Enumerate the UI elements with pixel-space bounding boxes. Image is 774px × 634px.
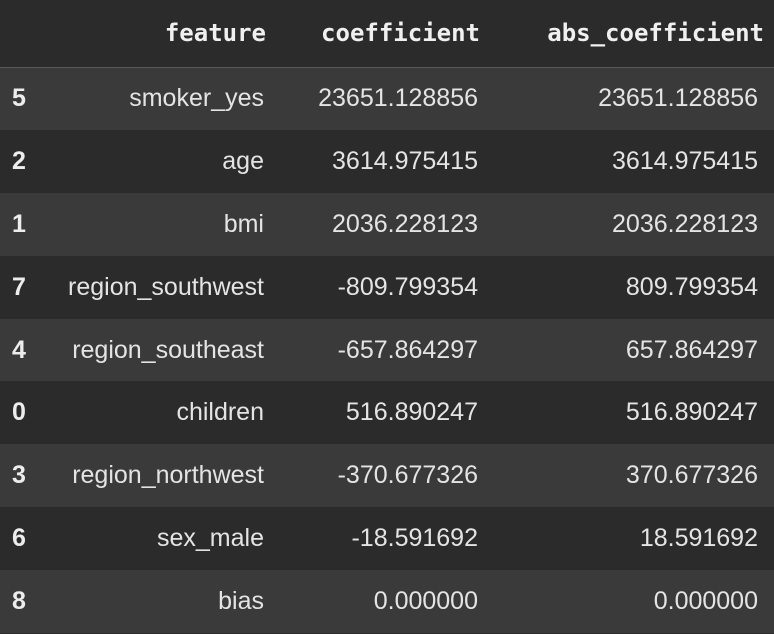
- row-index: 6: [12, 524, 26, 553]
- feature-cell: region_northwest: [72, 461, 264, 490]
- table-row: 3 region_northwest -370.677326 370.67732…: [0, 444, 774, 508]
- coefficient-cell: -657.864297: [337, 335, 478, 364]
- abs-coefficient-cell: 0.000000: [653, 587, 758, 616]
- coefficient-cell: -18.591692: [351, 524, 478, 553]
- row-index: 8: [12, 587, 26, 616]
- row-index: 7: [12, 272, 26, 301]
- row-index: 2: [12, 146, 26, 175]
- table-row: 8 bias 0.000000 0.000000: [0, 570, 774, 634]
- table-header: feature coefficient abs_coefficient: [0, 0, 774, 67]
- feature-cell: children: [176, 398, 264, 427]
- table-row: 6 sex_male -18.591692 18.591692: [0, 507, 774, 571]
- row-index: 4: [12, 335, 26, 364]
- row-index: 5: [12, 84, 26, 113]
- abs-coefficient-header: abs_coefficient: [547, 19, 764, 48]
- coefficient-header: coefficient: [321, 19, 480, 48]
- coefficient-cell: 2036.228123: [332, 209, 478, 238]
- table-row: 0 children 516.890247 516.890247: [0, 381, 774, 445]
- table-row: 1 bmi 2036.228123 2036.228123: [0, 192, 774, 256]
- abs-coefficient-cell: 370.677326: [625, 461, 758, 490]
- index-header: [0, 0, 44, 67]
- abs-coefficient-cell: 3614.975415: [612, 146, 758, 175]
- row-index: 3: [12, 461, 26, 490]
- table-row: 7 region_southwest -809.799354 809.79935…: [0, 255, 774, 319]
- coefficient-cell: -809.799354: [337, 272, 478, 301]
- coefficient-cell: 3614.975415: [332, 146, 478, 175]
- dataframe-table: feature coefficient abs_coefficient 5 sm…: [0, 0, 774, 634]
- coefficient-cell: 23651.128856: [318, 84, 478, 113]
- feature-cell: age: [222, 146, 264, 175]
- feature-cell: region_southeast: [72, 335, 264, 364]
- feature-cell: smoker_yes: [129, 84, 264, 113]
- feature-cell: region_southwest: [68, 272, 264, 301]
- row-index: 0: [12, 398, 26, 427]
- abs-coefficient-cell: 516.890247: [625, 398, 758, 427]
- feature-cell: bias: [218, 587, 264, 616]
- abs-coefficient-cell: 23651.128856: [598, 84, 758, 113]
- feature-cell: bmi: [223, 209, 264, 238]
- feature-header: feature: [164, 19, 266, 48]
- feature-cell: sex_male: [157, 524, 264, 553]
- table-row: 2 age 3614.975415 3614.975415: [0, 129, 774, 193]
- abs-coefficient-cell: 657.864297: [625, 335, 758, 364]
- table-row: 4 region_southeast -657.864297 657.86429…: [0, 318, 774, 382]
- table-row: 5 smoker_yes 23651.128856 23651.128856: [0, 67, 774, 130]
- coefficient-cell: -370.677326: [337, 461, 478, 490]
- table-body: 5 smoker_yes 23651.128856 23651.128856 2…: [0, 67, 774, 634]
- abs-coefficient-cell: 2036.228123: [612, 209, 758, 238]
- coefficient-cell: 0.000000: [373, 587, 478, 616]
- header-row: feature coefficient abs_coefficient: [0, 0, 774, 67]
- abs-coefficient-cell: 18.591692: [639, 524, 758, 553]
- abs-coefficient-cell: 809.799354: [625, 272, 758, 301]
- row-index: 1: [12, 209, 26, 238]
- coefficient-cell: 516.890247: [345, 398, 478, 427]
